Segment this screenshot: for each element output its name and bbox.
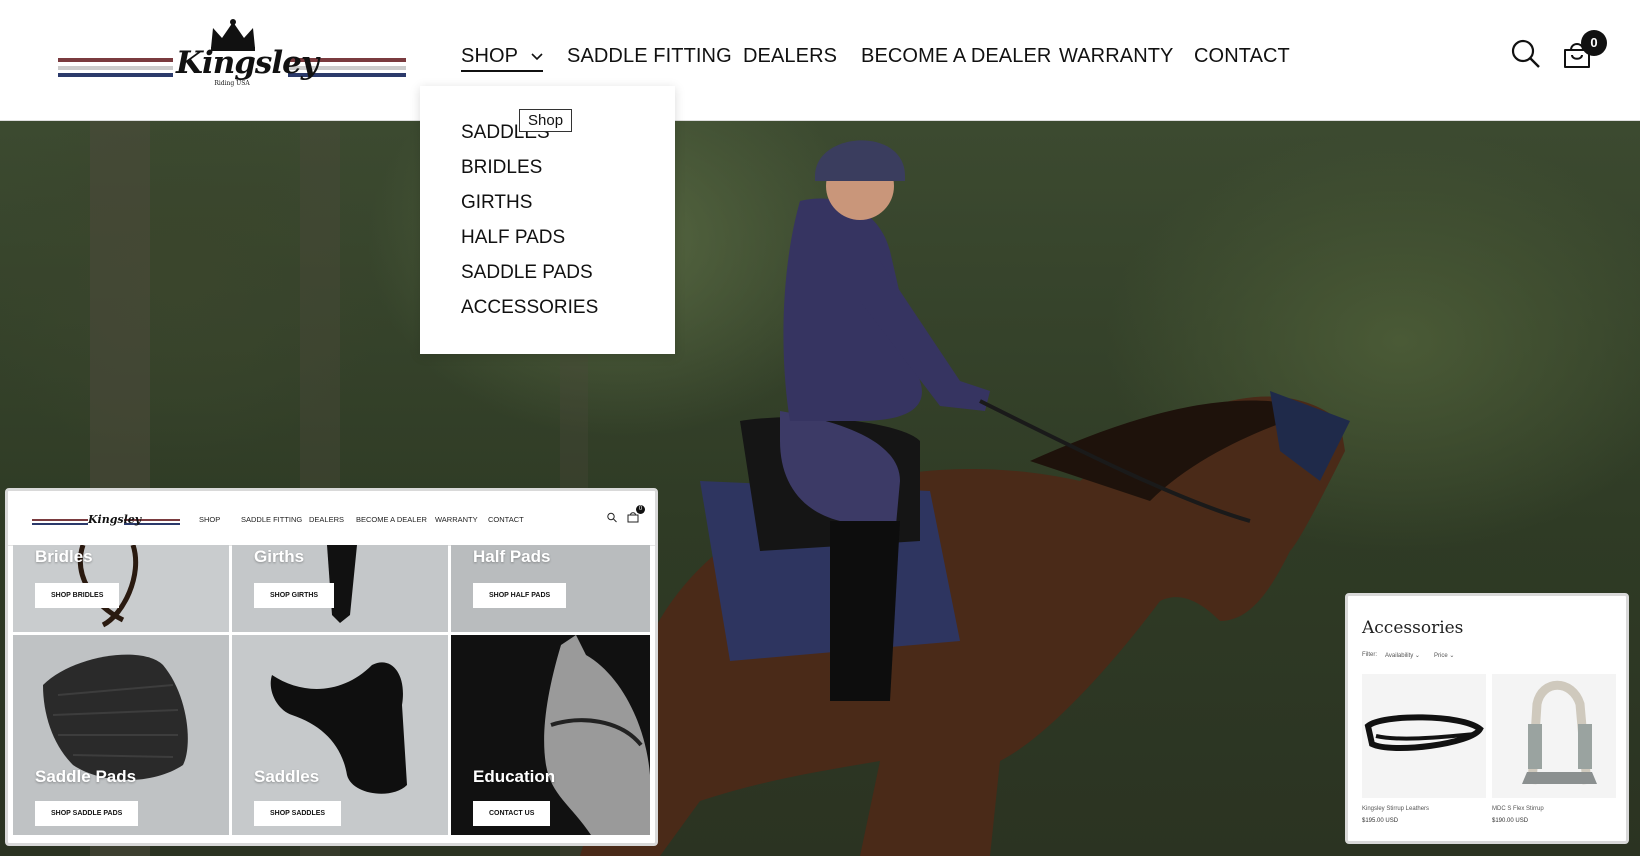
product-image-stirrup-leathers[interactable]	[1362, 674, 1486, 798]
nav-become-a-dealer[interactable]: BECOME A DEALER	[861, 43, 1051, 69]
mini-logo-stripe	[32, 519, 88, 521]
product-image-flex-stirrup[interactable]	[1492, 674, 1616, 798]
nav-saddle-fitting[interactable]: SADDLE FITTING	[567, 43, 732, 69]
tile-bridles[interactable]: Bridles SHOP BRIDLES	[13, 545, 229, 632]
search-icon[interactable]	[1511, 38, 1541, 70]
product-price: $190.00 USD	[1492, 818, 1529, 824]
shop-bridles-button[interactable]: SHOP BRIDLES	[35, 583, 120, 608]
logo-stripe-red	[58, 58, 173, 62]
filter-label: Filter:	[1362, 652, 1377, 658]
stirrup-leathers-image	[1364, 714, 1484, 752]
cart-count-badge: 0	[1581, 30, 1607, 56]
tile-education[interactable]: Education CONTACT US	[451, 635, 650, 835]
category-preview-card[interactable]: Kingsley SHOP SADDLE FITTING DEALERS BEC…	[5, 488, 658, 846]
dropdown-item-half-pads[interactable]: HALF PADS	[461, 227, 565, 249]
tile-title: Saddles	[254, 767, 320, 786]
tile-title: Girths	[254, 547, 305, 566]
flex-stirrup-image	[1522, 680, 1597, 785]
tile-title: Saddle Pads	[35, 767, 137, 786]
shop-saddles-button[interactable]: SHOP SADDLES	[254, 801, 342, 826]
mini-nav-saddle-fitting: SADDLE FITTING	[241, 515, 303, 524]
availability-filter-label: Availability	[1385, 653, 1414, 659]
price-filter-label: Price	[1434, 653, 1448, 659]
availability-filter[interactable]: Availability ⌄	[1385, 652, 1420, 659]
dropdown-item-saddle-pads[interactable]: SADDLE PADS	[461, 262, 593, 284]
price-filter[interactable]: Price ⌄	[1434, 652, 1454, 659]
tile-saddle-pads[interactable]: Saddle Pads SHOP SADDLE PADS	[13, 635, 229, 835]
shop-half-pads-button[interactable]: SHOP HALF PADS	[473, 583, 567, 608]
mini-nav-warranty: WARRANTY	[435, 515, 478, 524]
dropdown-item-girths[interactable]: GIRTHS	[461, 192, 532, 214]
tile-title: Bridles	[35, 547, 93, 566]
tile-saddles[interactable]: Saddles SHOP SADDLES	[232, 635, 448, 835]
mini-cart-badge: 0	[636, 505, 645, 514]
mini-nav-shop: SHOP	[199, 515, 221, 524]
mini-search-icon	[607, 512, 617, 523]
product-price: $195.00 USD	[1362, 818, 1399, 824]
mini-nav-contact: CONTACT	[488, 515, 524, 524]
nav-shop-label: SHOP	[461, 45, 518, 67]
product-name[interactable]: Kingsley Stirrup Leathers	[1362, 806, 1429, 812]
nav-contact[interactable]: CONTACT	[1194, 43, 1290, 69]
logo-wordmark: Kingsley	[176, 45, 319, 81]
mini-nav-dealers: DEALERS	[309, 515, 345, 524]
mini-logo-stripe	[32, 523, 88, 525]
tile-girths[interactable]: Girths SHOP GIRTHS	[232, 545, 448, 632]
brand-logo[interactable]: Kingsley Riding USA	[58, 14, 406, 90]
site-header: Kingsley Riding USA SHOP SADDLE FITTING …	[0, 0, 1640, 121]
accessories-title: Accessories	[1362, 618, 1464, 638]
shop-saddle-pads-button[interactable]: SHOP SADDLE PADS	[35, 801, 139, 826]
tile-half-pads[interactable]: Half Pads SHOP HALF PADS	[451, 545, 650, 632]
chevron-down-icon	[531, 53, 543, 60]
logo-stripe-white	[58, 66, 173, 70]
contact-us-button[interactable]: CONTACT US	[473, 801, 551, 826]
mini-nav-become-a-dealer: BECOME A DEALER	[356, 515, 427, 524]
logo-tagline: Riding USA	[214, 80, 250, 87]
shop-girths-button[interactable]: SHOP GIRTHS	[254, 583, 335, 608]
product-name[interactable]: MDC S Flex Stirrup	[1492, 806, 1544, 812]
shop-tooltip: Shop	[519, 109, 573, 132]
dropdown-item-accessories[interactable]: ACCESSORIES	[461, 297, 598, 319]
nav-shop[interactable]: SHOP	[461, 43, 544, 72]
nav-warranty[interactable]: WARRANTY	[1059, 43, 1174, 69]
nav-dealers[interactable]: DEALERS	[743, 43, 837, 69]
logo-stripe-blue	[58, 73, 173, 77]
dropdown-item-bridles[interactable]: BRIDLES	[461, 157, 542, 179]
tile-title: Half Pads	[473, 547, 551, 566]
mini-logo-wordmark: Kingsley	[88, 513, 142, 526]
accessories-preview-card[interactable]: Accessories Filter: Availability ⌄ Price…	[1345, 593, 1629, 844]
mini-header: Kingsley SHOP SADDLE FITTING DEALERS BEC…	[8, 491, 655, 546]
tile-title: Education	[473, 767, 556, 786]
